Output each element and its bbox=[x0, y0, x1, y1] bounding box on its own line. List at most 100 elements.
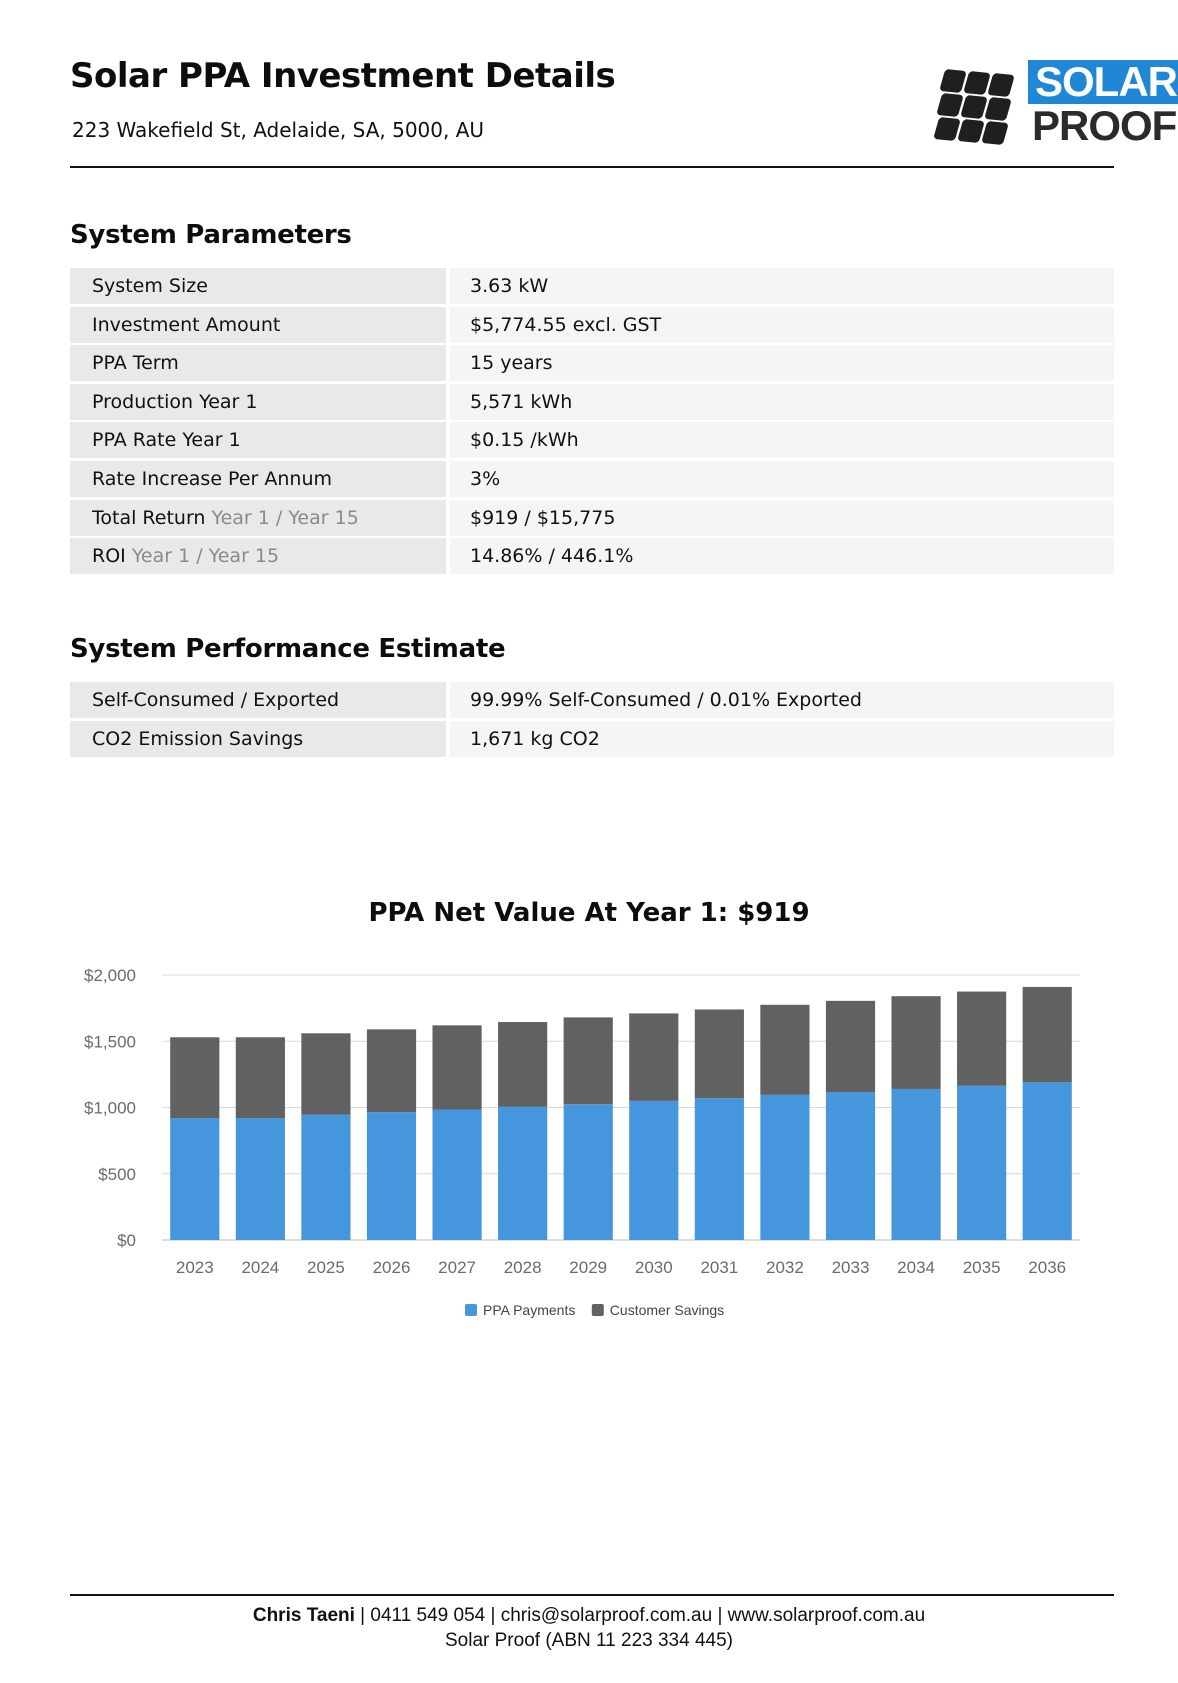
bar-ppa-payments bbox=[563, 1104, 613, 1240]
row-label-suffix: Year 1 / Year 15 bbox=[211, 506, 359, 529]
legend-label: Customer Savings bbox=[610, 1302, 724, 1318]
bar-customer-savings bbox=[432, 1025, 482, 1110]
row-label-suffix: Year 1 / Year 15 bbox=[131, 545, 280, 568]
row-value: $0.15 /kWh bbox=[450, 422, 1114, 459]
row-label-main: Total Return bbox=[92, 506, 206, 529]
performance-table: Self-Consumed / Exported 99.99% Self-Con… bbox=[70, 682, 1114, 759]
bar-ppa-payments bbox=[1022, 1082, 1072, 1240]
x-tick-label: 2033 bbox=[832, 1258, 870, 1277]
legend-swatch bbox=[465, 1304, 477, 1316]
row-label: CO2 Emission Savings bbox=[70, 720, 446, 757]
table-row: Total Return Year 1 / Year 15 $919 / $15… bbox=[70, 499, 1114, 536]
property-address: 223 Wakefield St, Adelaide, SA, 5000, AU bbox=[72, 118, 485, 142]
row-value: 3.63 kW bbox=[450, 268, 1114, 304]
x-tick-label: 2027 bbox=[438, 1258, 476, 1277]
bar-ppa-payments bbox=[366, 1112, 417, 1240]
bar-ppa-payments bbox=[235, 1118, 285, 1240]
section-title-system-parameters: System Parameters bbox=[70, 220, 352, 250]
system-parameters-table: System Size 3.63 kW Investment Amount $5… bbox=[70, 268, 1114, 577]
row-label: PPA Term bbox=[70, 345, 446, 382]
y-tick-label: $0 bbox=[117, 1231, 136, 1250]
row-value: 99.99% Self-Consumed / 0.01% Exported bbox=[450, 682, 1114, 718]
bar-customer-savings bbox=[957, 991, 1007, 1086]
bar-ppa-payments bbox=[825, 1092, 876, 1240]
x-tick-label: 2034 bbox=[897, 1258, 935, 1277]
row-label: System Size bbox=[70, 268, 446, 304]
bar-ppa-payments bbox=[301, 1114, 351, 1240]
row-label-main: ROI bbox=[92, 545, 126, 568]
bar-ppa-payments bbox=[498, 1106, 548, 1240]
table-row: Rate Increase Per Annum 3% bbox=[70, 460, 1114, 497]
x-tick-label: 2032 bbox=[766, 1258, 804, 1277]
bar-customer-savings bbox=[760, 1004, 810, 1095]
bar-customer-savings bbox=[891, 996, 941, 1089]
logo-text-proof: PROOF bbox=[1032, 102, 1177, 149]
chart-title: PPA Net Value At Year 1: $919 bbox=[368, 898, 810, 928]
x-tick-label: 2031 bbox=[700, 1258, 738, 1277]
row-value: 15 years bbox=[450, 345, 1114, 382]
x-tick-label: 2029 bbox=[569, 1258, 607, 1277]
bar-ppa-payments bbox=[957, 1085, 1007, 1240]
section-title-performance: System Performance Estimate bbox=[70, 634, 506, 664]
bar-ppa-payments bbox=[170, 1118, 220, 1240]
bar-customer-savings bbox=[366, 1029, 417, 1113]
legend-label: PPA Payments bbox=[483, 1302, 575, 1318]
bar-ppa-payments bbox=[432, 1109, 482, 1240]
net-value-bar-chart: $0 $500 $1,000 $1,500 $2,000 2023 2024 2025 2026… bbox=[84, 966, 1080, 1318]
y-tick-label: $1,500 bbox=[84, 1032, 136, 1051]
company-line: Solar Proof (ABN 11 223 334 445) bbox=[445, 1630, 733, 1651]
bar-ppa-payments bbox=[629, 1100, 679, 1240]
page-footer: Chris Taeni | 0411 549 054 | chris@solar… bbox=[0, 1603, 1178, 1653]
row-value: 3% bbox=[450, 460, 1114, 497]
table-row: Self-Consumed / Exported 99.99% Self-Con… bbox=[70, 682, 1114, 718]
row-label: Rate Increase Per Annum bbox=[70, 460, 446, 497]
row-value: 5,571 kWh bbox=[450, 383, 1114, 420]
header-divider bbox=[70, 166, 1114, 168]
bar-customer-savings bbox=[170, 1037, 220, 1119]
x-tick-label: 2024 bbox=[241, 1258, 279, 1277]
bar-customer-savings bbox=[694, 1009, 744, 1099]
row-label: Self-Consumed / Exported bbox=[70, 682, 446, 718]
footer-divider bbox=[70, 1594, 1114, 1596]
row-value: $919 / $15,775 bbox=[450, 499, 1114, 536]
bar-ppa-payments bbox=[760, 1094, 810, 1240]
bar-customer-savings bbox=[235, 1037, 285, 1119]
x-tick-label: 2036 bbox=[1028, 1258, 1066, 1277]
x-tick-label: 2026 bbox=[373, 1258, 411, 1277]
table-row: ROI Year 1 / Year 15 14.86% / 446.1% bbox=[70, 538, 1114, 575]
x-tick-label: 2035 bbox=[963, 1258, 1001, 1277]
y-tick-label: $500 bbox=[98, 1165, 136, 1184]
row-value: 14.86% / 446.1% bbox=[450, 538, 1114, 575]
bar-ppa-payments bbox=[694, 1098, 744, 1240]
x-tick-label: 2023 bbox=[176, 1258, 214, 1277]
table-row: CO2 Emission Savings 1,671 kg CO2 bbox=[70, 720, 1114, 757]
table-row: System Size 3.63 kW bbox=[70, 268, 1114, 304]
bar-customer-savings bbox=[563, 1017, 613, 1105]
y-tick-label: $1,000 bbox=[84, 1099, 136, 1118]
page-header: Solar PPA Investment Details 223 Wakefie… bbox=[70, 52, 1178, 168]
row-label: Investment Amount bbox=[70, 306, 446, 343]
bar-customer-savings bbox=[629, 1013, 679, 1101]
legend-swatch bbox=[591, 1304, 604, 1316]
table-row: Production Year 1 5,571 kWh bbox=[70, 383, 1114, 420]
solar-proof-logo: SOLAR PROOF bbox=[933, 60, 1178, 150]
x-tick-label: 2030 bbox=[635, 1258, 673, 1277]
contact-name: Chris Taeni bbox=[252, 1605, 355, 1626]
y-tick-label: $2,000 bbox=[84, 966, 136, 985]
x-tick-label: 2025 bbox=[307, 1258, 345, 1277]
row-value: $5,774.55 excl. GST bbox=[450, 306, 1114, 343]
row-value: 1,671 kg CO2 bbox=[450, 720, 1114, 757]
bar-customer-savings bbox=[825, 1000, 876, 1093]
row-label: PPA Rate Year 1 bbox=[70, 422, 446, 459]
bar-customer-savings bbox=[498, 1022, 548, 1107]
contact-details: | 0411 549 054 | chris@solarproof.com.au… bbox=[354, 1605, 926, 1626]
x-tick-label: 2028 bbox=[504, 1258, 542, 1277]
bar-customer-savings bbox=[1022, 986, 1072, 1083]
row-label: Production Year 1 bbox=[70, 383, 446, 420]
bar-ppa-payments bbox=[891, 1088, 941, 1240]
solar-panel-icon bbox=[933, 66, 1018, 146]
footer-contact-line: Chris Taeni | 0411 549 054 | chris@solar… bbox=[0, 1603, 1178, 1628]
table-row: Investment Amount $5,774.55 excl. GST bbox=[70, 306, 1114, 343]
table-row: PPA Rate Year 1 $0.15 /kWh bbox=[70, 422, 1114, 459]
page-title: Solar PPA Investment Details bbox=[70, 56, 616, 96]
